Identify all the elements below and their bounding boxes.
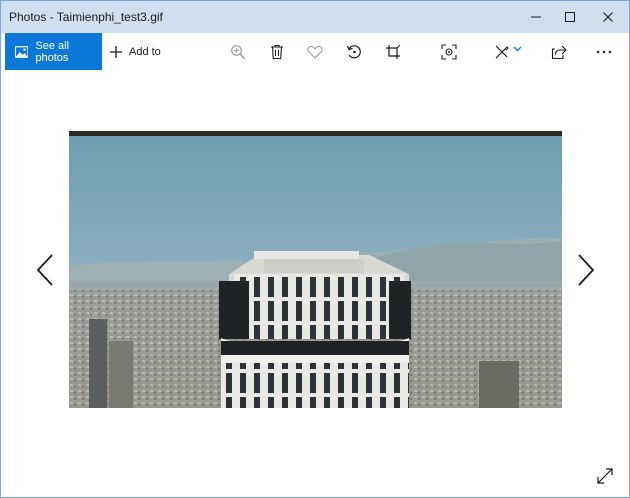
- more-icon: [596, 50, 612, 54]
- minimize-button[interactable]: [519, 1, 553, 33]
- toolbar: See all photos Add to: [1, 33, 629, 70]
- see-all-photos-button[interactable]: See all photos: [5, 33, 102, 70]
- favorite-icon: [307, 45, 323, 59]
- maximize-button[interactable]: [553, 1, 587, 33]
- photos-app-window: Photos - Taimienphi_test3.gif See all ph…: [0, 0, 630, 498]
- chevron-left-icon: [36, 254, 53, 286]
- rotate-button[interactable]: [343, 41, 365, 63]
- see-all-photos-label: See all photos: [35, 39, 70, 64]
- share-button[interactable]: [548, 41, 570, 63]
- zoom-icon: [231, 45, 245, 59]
- crop-icon: [386, 44, 401, 59]
- close-icon: [603, 12, 613, 22]
- fullscreen-button[interactable]: [591, 462, 619, 490]
- edit-create-icon: [495, 45, 509, 59]
- enhance-button[interactable]: [438, 41, 460, 63]
- add-to-label: Add to: [129, 45, 161, 58]
- enhance-icon: [441, 44, 457, 60]
- skyscraper-photo: [69, 131, 562, 408]
- share-icon: [551, 45, 567, 60]
- add-to-button[interactable]: Add to: [109, 33, 161, 70]
- edit-create-button[interactable]: [491, 41, 525, 63]
- previous-photo-button[interactable]: [30, 250, 60, 290]
- window-title: Photos - Taimienphi_test3.gif: [9, 10, 163, 24]
- title-bar: Photos - Taimienphi_test3.gif: [1, 1, 629, 33]
- crop-button[interactable]: [382, 41, 404, 63]
- expand-icon: [597, 468, 613, 484]
- rotate-icon: [346, 45, 361, 59]
- chevron-right-icon: [578, 254, 595, 286]
- displayed-photo: [69, 131, 562, 408]
- favorite-button[interactable]: [304, 41, 326, 63]
- delete-button[interactable]: [266, 41, 288, 63]
- image-viewer: [1, 70, 629, 497]
- next-photo-button[interactable]: [571, 250, 601, 290]
- chevron-down-icon: [513, 46, 522, 52]
- more-button[interactable]: [593, 41, 615, 63]
- minimize-icon: [531, 16, 541, 18]
- zoom-button[interactable]: [227, 41, 249, 63]
- photos-icon: [15, 45, 29, 58]
- plus-icon: [110, 45, 122, 58]
- delete-icon: [271, 44, 283, 60]
- maximize-icon: [565, 12, 575, 22]
- close-button[interactable]: [587, 1, 629, 33]
